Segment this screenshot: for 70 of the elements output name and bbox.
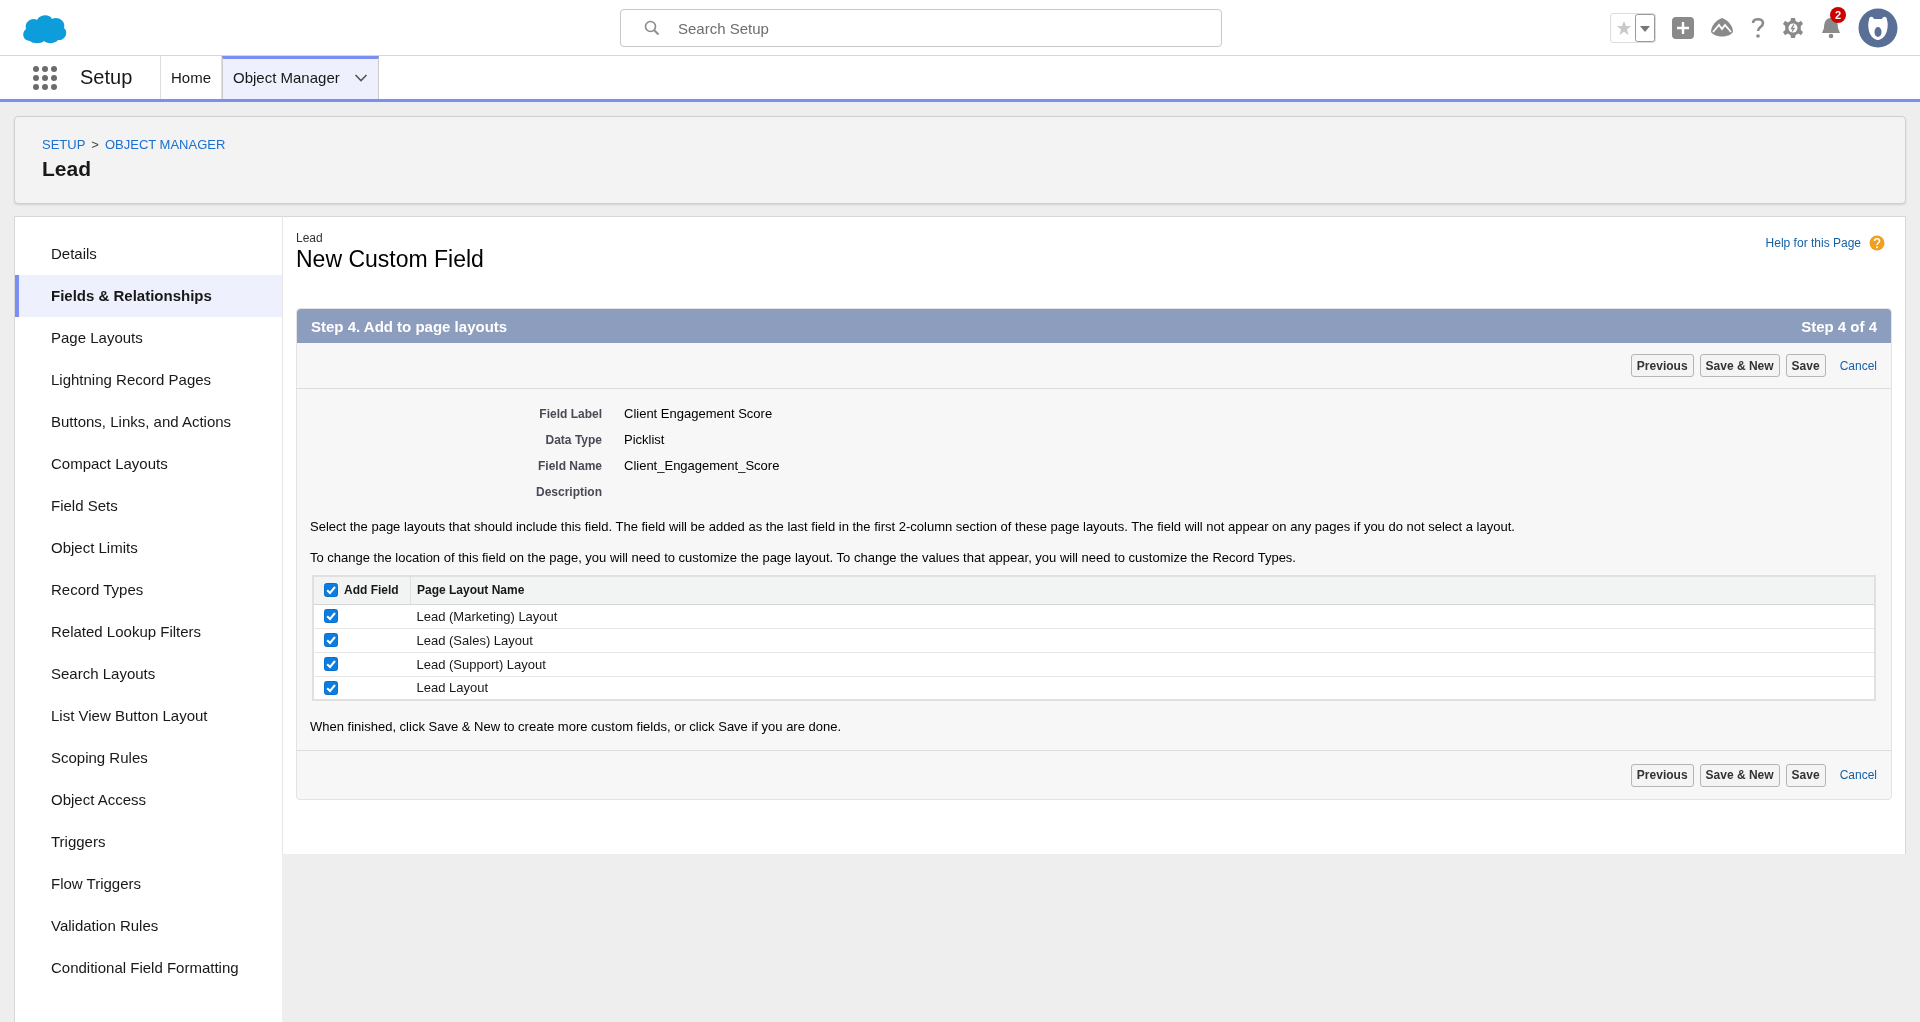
page-title: New Custom Field (296, 246, 484, 273)
sidebar-item[interactable]: Record Types (15, 569, 282, 611)
table-cell: Lead (Marketing) Layout (416, 608, 558, 624)
action-button[interactable]: Save & New (1699, 354, 1780, 377)
sidebar-item[interactable]: Lightning Record Pages (15, 359, 282, 401)
checkbox[interactable] (324, 680, 338, 695)
action-button[interactable]: Previous (1630, 354, 1694, 377)
field-value: Client_Engagement_Score (624, 457, 781, 475)
field-label: Field Label (538, 406, 602, 423)
settings-icon[interactable] (1782, 16, 1804, 39)
sidebar-item[interactable]: List View Button Layout (15, 695, 282, 737)
sidebar-item[interactable]: Related Lookup Filters (15, 611, 282, 653)
action-button[interactable]: Save (1785, 354, 1826, 377)
step-title: Step 4. Add to page layouts (311, 317, 508, 335)
sidebar-item[interactable]: Search Layouts (15, 653, 282, 695)
action-button[interactable]: Previous (1630, 763, 1694, 787)
mountain-icon[interactable] (1710, 16, 1734, 39)
field-value: Client Engagement Score (624, 405, 774, 423)
page-title: Lead (42, 157, 92, 181)
sidebar-item[interactable]: Conditional Field Formatting (15, 947, 282, 989)
search-field[interactable]: Search Setup (620, 9, 1222, 47)
help-link[interactable]: Help for this Page (1765, 236, 1861, 250)
step-counter: Step 4 of 4 (1801, 317, 1877, 335)
instruction-text: Select the page layouts that should include this field. The field will be added as the last field in the first 2-column section of these page layouts. The field will not appear on any pages if you do not select a layout. (310, 519, 1516, 534)
table-cell: Lead (Sales) Layout (416, 632, 533, 648)
cancel-link[interactable]: Cancel (1839, 358, 1877, 373)
sidebar-item[interactable]: Details (15, 233, 282, 275)
chevron-down-icon[interactable] (353, 72, 368, 83)
favorites-button[interactable] (1610, 12, 1656, 43)
checkbox[interactable] (324, 583, 338, 598)
help-icon[interactable] (1750, 16, 1766, 39)
object-name: Lead (296, 231, 324, 245)
table-cell: Lead (Support) Layout (416, 656, 546, 672)
checkbox[interactable] (324, 609, 338, 623)
table-cell: Lead Layout (416, 680, 489, 696)
action-button[interactable]: Save & New (1699, 763, 1780, 787)
cancel-link[interactable]: Cancel (1839, 768, 1877, 782)
breadcrumb-separator: > (91, 137, 99, 152)
column-header: Add Field (344, 583, 399, 598)
app-name: Setup (80, 56, 161, 99)
sidebar-item[interactable]: Page Layouts (15, 317, 282, 359)
checkbox[interactable] (324, 633, 338, 647)
sidebar-item[interactable]: Triggers (15, 821, 282, 863)
column-header: Page Layout Name (417, 583, 525, 598)
star-icon (1616, 19, 1632, 36)
instruction-text: When finished, click Save & New to create more custom fields, or click Save if you are done. (310, 719, 843, 734)
checkbox[interactable] (324, 657, 338, 671)
action-button[interactable]: Save (1785, 763, 1826, 787)
add-icon[interactable] (1672, 16, 1694, 39)
sidebar-item[interactable]: Validation Rules (15, 905, 282, 947)
notification-badge: 2 (1830, 6, 1846, 23)
sidebar-item[interactable]: Flow Triggers (15, 863, 282, 905)
sidebar-item[interactable]: Scoping Rules (15, 737, 282, 779)
caret-icon (1635, 13, 1655, 42)
sidebar-item[interactable]: Buttons, Links, and Actions (15, 401, 282, 443)
app-launcher-icon[interactable] (32, 64, 58, 91)
field-label: Description (535, 484, 602, 501)
sidebar-item[interactable]: Field Sets (15, 485, 282, 527)
sidebar-item[interactable]: Object Limits (15, 527, 282, 569)
sidebar-item[interactable]: Compact Layouts (15, 443, 282, 485)
breadcrumb-link[interactable]: OBJECT MANAGER (104, 137, 226, 152)
avatar[interactable] (1858, 7, 1898, 48)
field-label: Data Type (544, 432, 602, 449)
field-label: Field Name (536, 458, 602, 475)
field-value: Picklist (624, 431, 666, 449)
breadcrumb-link[interactable]: SETUP (42, 137, 86, 152)
sidebar-item[interactable]: Fields & Relationships (15, 275, 282, 317)
nav-tab[interactable]: Object Manager (222, 56, 379, 99)
instruction-text: To change the location of this field on the page, you will need to customize the page layout. To change the values that appear, you will need to customize the Record Types. (310, 550, 1297, 565)
sidebar-item[interactable]: Object Access (15, 779, 282, 821)
